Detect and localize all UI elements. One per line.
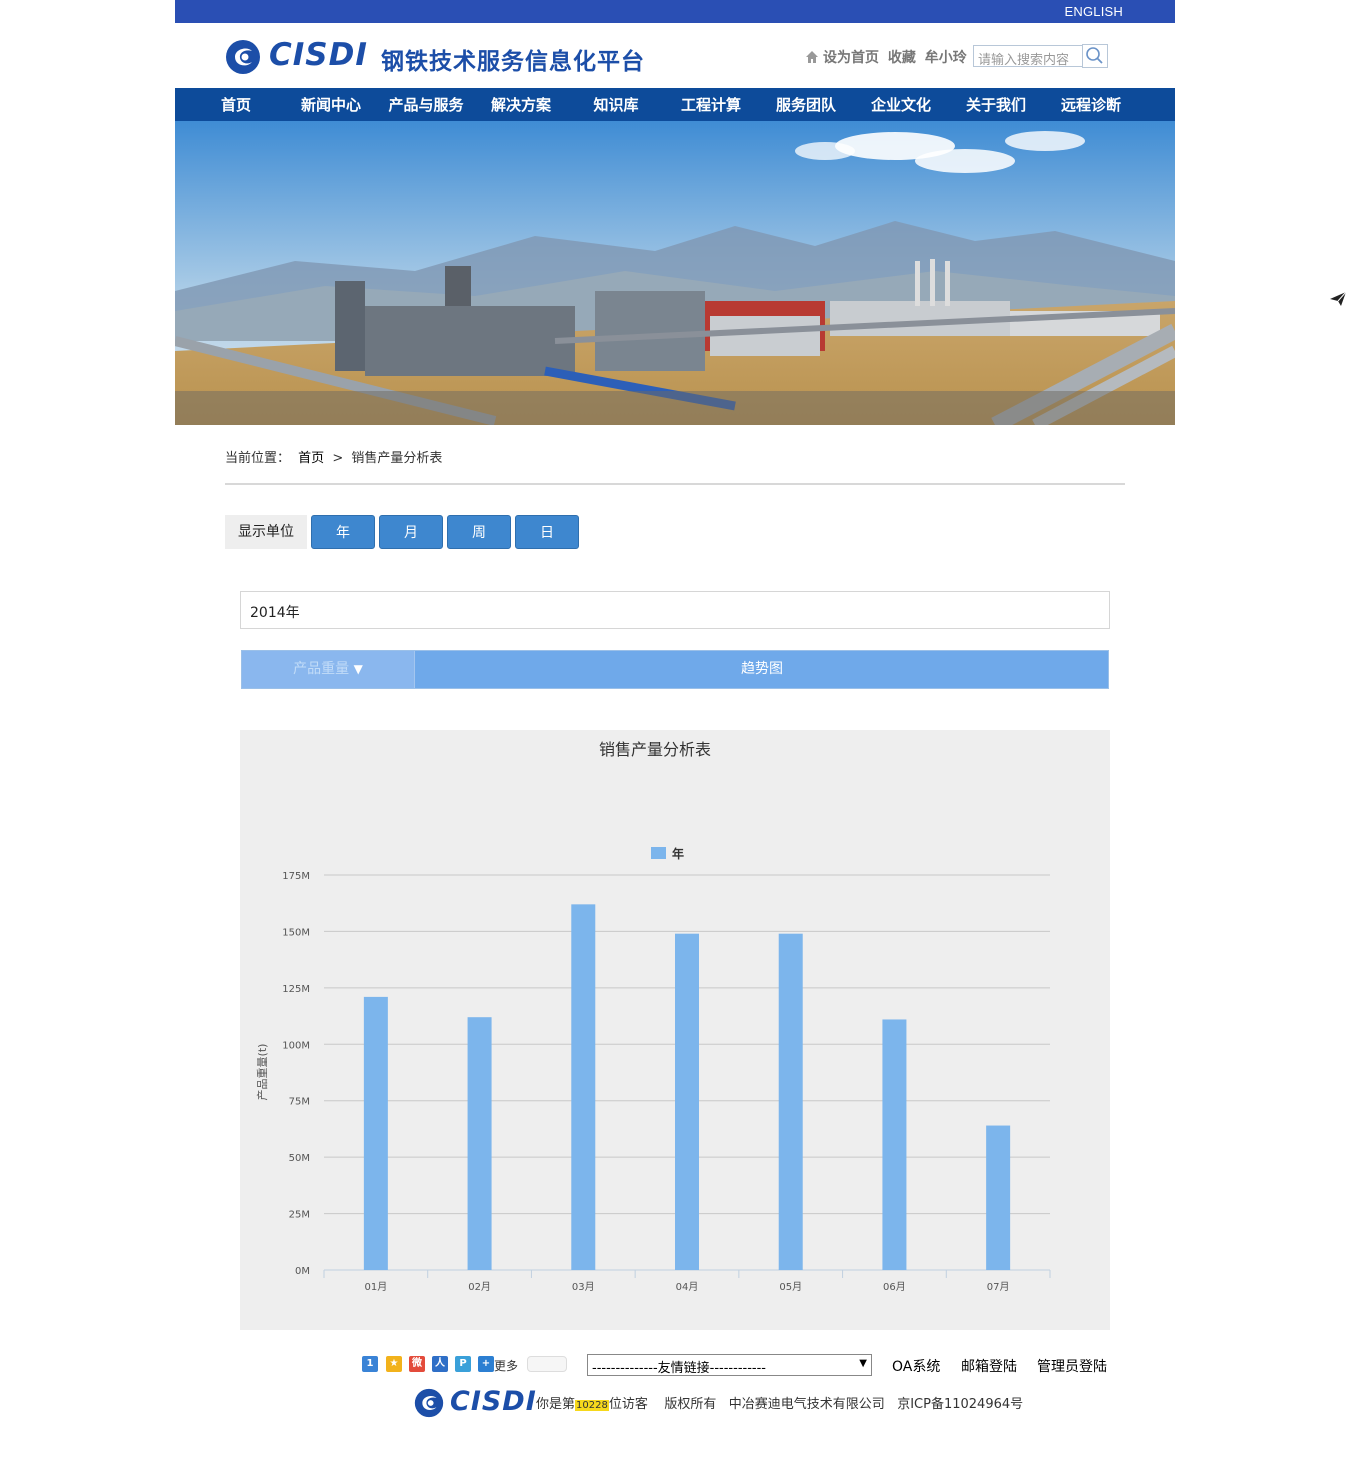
breadcrumb-current: 销售产量分析表 — [351, 451, 443, 466]
visitor-prefix: 你是第 — [536, 1397, 576, 1412]
x-tick-label: 06月 — [883, 1281, 906, 1293]
legend-swatch[interactable] — [651, 847, 666, 859]
nav-service-team[interactable]: 服务团队 — [768, 88, 844, 121]
copyright-text: 版权所有 — [664, 1397, 717, 1412]
main-nav: 首页 新闻中心 产品与服务 解决方案 知识库 工程计算 服务团队 企业文化 关于… — [175, 88, 1175, 121]
breadcrumb: 当前位置： 首页 > 销售产量分析表 — [225, 447, 446, 466]
header: CISDI 钢铁技术服务信息化平台 设为首页 收藏 牟小玲 请输入搜索内容 — [175, 23, 1175, 88]
oa-system-link[interactable]: OA系统 — [892, 1356, 940, 1376]
display-unit-label: 显示单位 — [225, 515, 307, 549]
nav-about[interactable]: 关于我们 — [958, 88, 1034, 121]
y-tick-label: 150M — [282, 927, 310, 938]
banner-image — [175, 121, 1175, 425]
bar-01月[interactable] — [363, 996, 388, 1270]
y-tick-label: 75M — [289, 1097, 310, 1108]
share-more-icon[interactable]: + — [478, 1356, 494, 1372]
chart-svg: 销售产量分析表 年 0M 25M 50M 75M 100M 125M 150M 175M 01… — [255, 740, 1051, 1293]
share-weibo-icon[interactable]: 微 — [409, 1356, 425, 1372]
chart-title: 销售产量分析表 — [599, 740, 711, 759]
breadcrumb-separator: > — [332, 451, 344, 466]
y-tick-label: 100M — [282, 1040, 310, 1051]
share-pengyou-icon[interactable]: P — [455, 1356, 471, 1372]
cisdi-logo-icon — [226, 40, 260, 74]
nav-remote-diagnosis[interactable]: 远程诊断 — [1053, 88, 1129, 121]
admin-login-link[interactable]: 管理员登陆 — [1037, 1356, 1107, 1376]
friend-links-value: --------------友情链接------------ — [592, 1361, 766, 1376]
breadcrumb-home[interactable]: 首页 — [298, 451, 324, 466]
share-count — [527, 1356, 567, 1372]
search-input[interactable]: 请输入搜索内容 — [973, 45, 1083, 68]
x-tick-label: 04月 — [676, 1281, 699, 1293]
x-tick-label: 03月 — [572, 1281, 595, 1293]
y-tick-label: 125M — [282, 984, 310, 995]
y-axis-label: 产品重量(t) — [255, 1044, 269, 1101]
footer-logo-icon — [414, 1388, 444, 1418]
y-tick-label: 175M — [282, 871, 310, 882]
unit-week-button[interactable]: 周 — [447, 515, 511, 549]
y-tick-label: 25M — [289, 1210, 310, 1221]
english-link[interactable]: ENGLISH — [1065, 4, 1123, 19]
bar-02月[interactable] — [467, 1017, 492, 1270]
logo-text[interactable]: CISDI — [269, 37, 368, 73]
paper-plane-icon[interactable] — [1329, 290, 1347, 308]
search-button[interactable] — [1082, 44, 1108, 68]
tab-trend-chart[interactable]: 趋势图 — [416, 651, 1108, 688]
set-home-link[interactable]: 设为首页 — [823, 50, 879, 66]
sales-chart: 销售产量分析表 年 0M 25M 50M 75M 100M 125M 150M 175M 01… — [240, 730, 1110, 1330]
y-tick-label: 0M — [295, 1266, 310, 1277]
visitor-suffix: 位访客 — [608, 1397, 648, 1412]
unit-day-button[interactable]: 日 — [515, 515, 579, 549]
nav-culture[interactable]: 企业文化 — [863, 88, 939, 121]
share-renren-icon[interactable]: 人 — [432, 1356, 448, 1372]
nav-news[interactable]: 新闻中心 — [294, 88, 368, 121]
legend-label[interactable]: 年 — [672, 846, 684, 861]
share-qzone-icon[interactable]: 1 — [362, 1356, 378, 1372]
bookmark-link[interactable]: 收藏 — [888, 50, 916, 66]
x-tick-label: 02月 — [468, 1281, 491, 1293]
visitor-counter: 10228 — [575, 1400, 609, 1411]
share-more-link[interactable]: 更多 — [494, 1357, 518, 1374]
nav-solutions[interactable]: 解决方案 — [483, 88, 559, 121]
x-tick-label: 07月 — [987, 1281, 1010, 1293]
bar-04月[interactable] — [675, 933, 699, 1270]
footer-info: 你是第10228位访客 版权所有 中冶赛迪电气技术有限公司 京ICP备11024… — [536, 1393, 1023, 1412]
search-icon — [1086, 47, 1103, 64]
nav-products[interactable]: 产品与服务 — [385, 88, 467, 121]
tab-product-weight[interactable]: 产品重量 ▼ — [242, 651, 415, 688]
tab-product-weight-label: 产品重量 — [293, 661, 350, 677]
user-name[interactable]: 牟小玲 — [925, 50, 967, 66]
footer-logo-text: CISDI — [450, 1386, 537, 1417]
bar-06月[interactable] — [882, 1019, 907, 1270]
steel-plant-photo — [175, 121, 1175, 425]
share-star-icon[interactable]: ★ — [386, 1356, 402, 1372]
icp-number[interactable]: 京ICP备11024964号 — [897, 1397, 1023, 1412]
x-tick-label: 05月 — [779, 1281, 802, 1293]
unit-year-button[interactable]: 年 — [311, 515, 375, 549]
mail-login-link[interactable]: 邮箱登陆 — [961, 1356, 1017, 1376]
bar-03月[interactable] — [571, 904, 596, 1270]
bar-07月[interactable] — [986, 1125, 1011, 1270]
top-bar: ENGLISH — [175, 0, 1175, 23]
bar-05月[interactable] — [778, 933, 803, 1270]
company-name: 中冶赛迪电气技术有限公司 — [728, 1397, 885, 1412]
chart-tabs: 产品重量 ▼ 趋势图 — [241, 650, 1109, 689]
header-links: 设为首页 收藏 牟小玲 — [805, 47, 971, 67]
site-title: 钢铁技术服务信息化平台 — [381, 49, 645, 75]
home-icon — [806, 51, 818, 63]
unit-month-button[interactable]: 月 — [379, 515, 443, 549]
x-tick-label: 01月 — [364, 1281, 387, 1293]
breadcrumb-prefix: 当前位置： — [225, 451, 291, 466]
nav-engineering[interactable]: 工程计算 — [673, 88, 749, 121]
friend-links-select[interactable]: --------------友情链接------------ ▼ — [587, 1354, 872, 1376]
select-arrow-icon: ▼ — [859, 1358, 867, 1369]
divider — [225, 483, 1125, 485]
year-selector[interactable]: 2014年 — [240, 591, 1110, 629]
nav-home[interactable]: 首页 — [206, 88, 266, 121]
y-tick-label: 50M — [289, 1153, 310, 1164]
dropdown-arrow-icon: ▼ — [353, 662, 363, 676]
nav-knowledge[interactable]: 知识库 — [581, 88, 651, 121]
